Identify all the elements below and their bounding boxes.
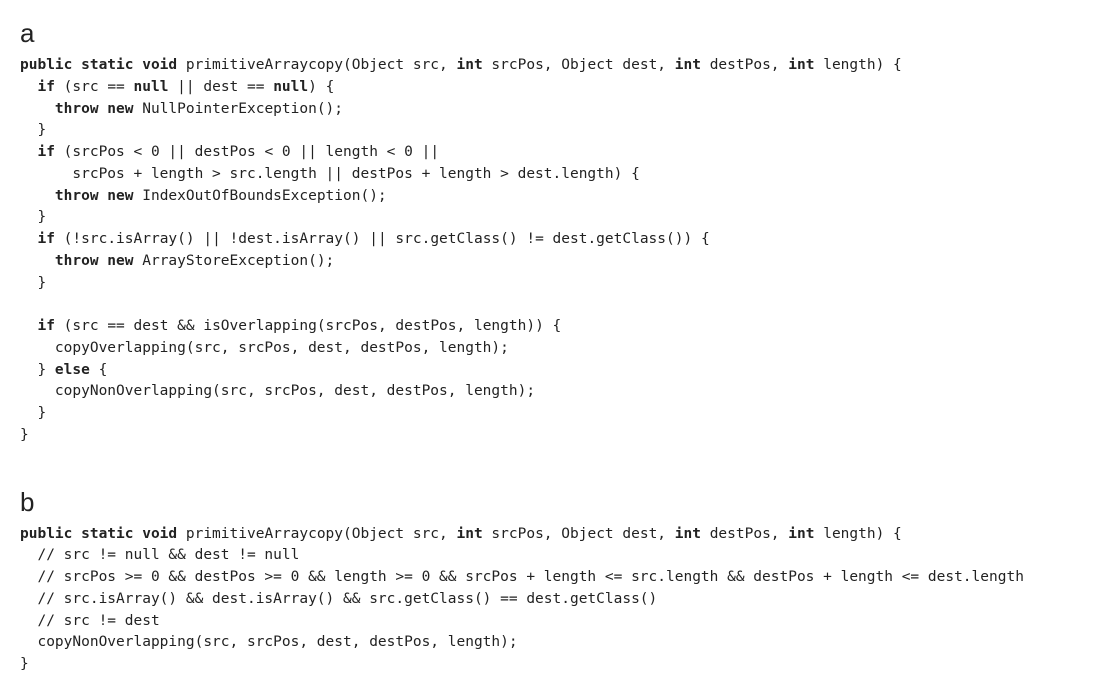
panel-a: a public static void primitiveArraycopy(… bbox=[20, 18, 1084, 447]
panel-b-code: public static void primitiveArraycopy(Ob… bbox=[20, 524, 1084, 676]
panel-a-label: a bbox=[20, 18, 1084, 49]
panel-b: b public static void primitiveArraycopy(… bbox=[20, 487, 1084, 676]
panel-b-label: b bbox=[20, 487, 1084, 518]
panel-a-code: public static void primitiveArraycopy(Ob… bbox=[20, 55, 1084, 447]
